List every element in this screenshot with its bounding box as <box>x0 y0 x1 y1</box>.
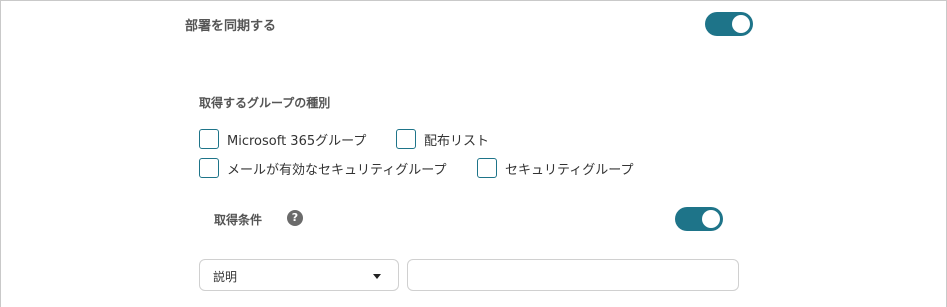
checkbox-label: 配布リスト <box>424 133 490 149</box>
checkbox-box[interactable] <box>199 158 219 178</box>
toggle-knob <box>732 15 750 33</box>
checkbox-box[interactable] <box>396 129 416 149</box>
caret-down-icon <box>373 274 381 279</box>
settings-panel: 部署を同期する 取得するグループの種別 Microsoft 365グループ 配布… <box>0 0 947 307</box>
checkbox-mail-enabled-security-group[interactable]: メールが有効なセキュリティグループ <box>199 158 446 178</box>
group-types-heading: 取得するグループの種別 <box>199 96 331 110</box>
help-icon[interactable]: ? <box>287 210 303 226</box>
checkbox-box[interactable] <box>477 158 497 178</box>
checkbox-distribution-list[interactable]: 配布リスト <box>396 129 489 149</box>
sync-departments-toggle[interactable] <box>705 12 753 36</box>
checkbox-microsoft-365-group[interactable]: Microsoft 365グループ <box>199 129 366 149</box>
toggle-knob <box>702 210 720 228</box>
checkbox-label: Microsoft 365グループ <box>227 133 367 149</box>
checkbox-box[interactable] <box>199 129 219 149</box>
sync-departments-label: 部署を同期する <box>185 19 277 34</box>
conditions-toggle[interactable] <box>675 207 723 231</box>
select-value: 説明 <box>213 270 238 284</box>
checkbox-label: メールが有効なセキュリティグループ <box>227 162 447 178</box>
condition-value-input[interactable] <box>407 259 739 291</box>
condition-field-select[interactable]: 説明 <box>199 259 399 291</box>
checkbox-security-group[interactable]: セキュリティグループ <box>477 158 633 178</box>
checkbox-label: セキュリティグループ <box>505 162 634 178</box>
conditions-label: 取得条件 <box>214 213 263 227</box>
